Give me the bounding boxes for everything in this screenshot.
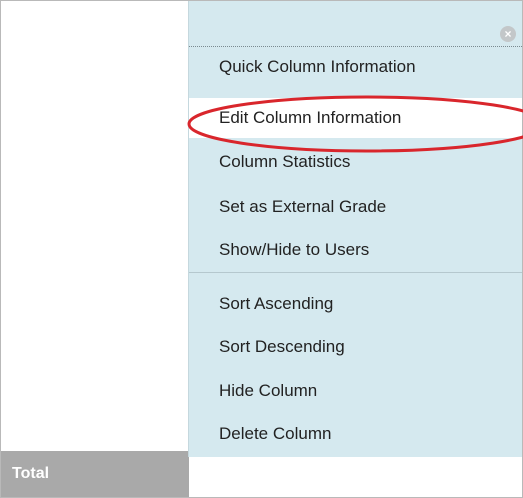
menu-item-hide-column[interactable]: Hide Column xyxy=(189,371,522,411)
menu-item-label: Sort Ascending xyxy=(219,294,334,313)
gradebook-left-area xyxy=(1,1,188,497)
menu-item-show-hide-to-users[interactable]: Show/Hide to Users xyxy=(189,230,522,270)
menu-item-quick-column-information[interactable]: Quick Column Information xyxy=(189,47,522,87)
total-column-header[interactable]: Total xyxy=(1,451,189,497)
menu-item-label: Sort Descending xyxy=(219,337,345,356)
column-context-menu: × Quick Column Information Edit Column I… xyxy=(188,1,522,457)
menu-item-sort-ascending[interactable]: Sort Ascending xyxy=(189,284,522,324)
menu-item-sort-descending[interactable]: Sort Descending xyxy=(189,327,522,367)
total-label: Total xyxy=(12,465,50,482)
menu-divider-group xyxy=(189,272,522,273)
menu-item-label: Edit Column Information xyxy=(219,108,402,127)
menu-item-label: Set as External Grade xyxy=(219,197,387,216)
menu-item-column-statistics[interactable]: Column Statistics xyxy=(189,142,522,182)
close-icon[interactable]: × xyxy=(500,26,516,42)
menu-item-label: Delete Column xyxy=(219,424,332,443)
menu-item-label: Hide Column xyxy=(219,381,318,400)
menu-item-delete-column[interactable]: Delete Column xyxy=(189,414,522,454)
menu-item-label: Show/Hide to Users xyxy=(219,240,370,259)
menu-item-set-as-external-grade[interactable]: Set as External Grade xyxy=(189,187,522,227)
menu-item-edit-column-information[interactable]: Edit Column Information xyxy=(189,98,522,138)
menu-item-label: Column Statistics xyxy=(219,152,351,171)
menu-item-label: Quick Column Information xyxy=(219,57,416,76)
